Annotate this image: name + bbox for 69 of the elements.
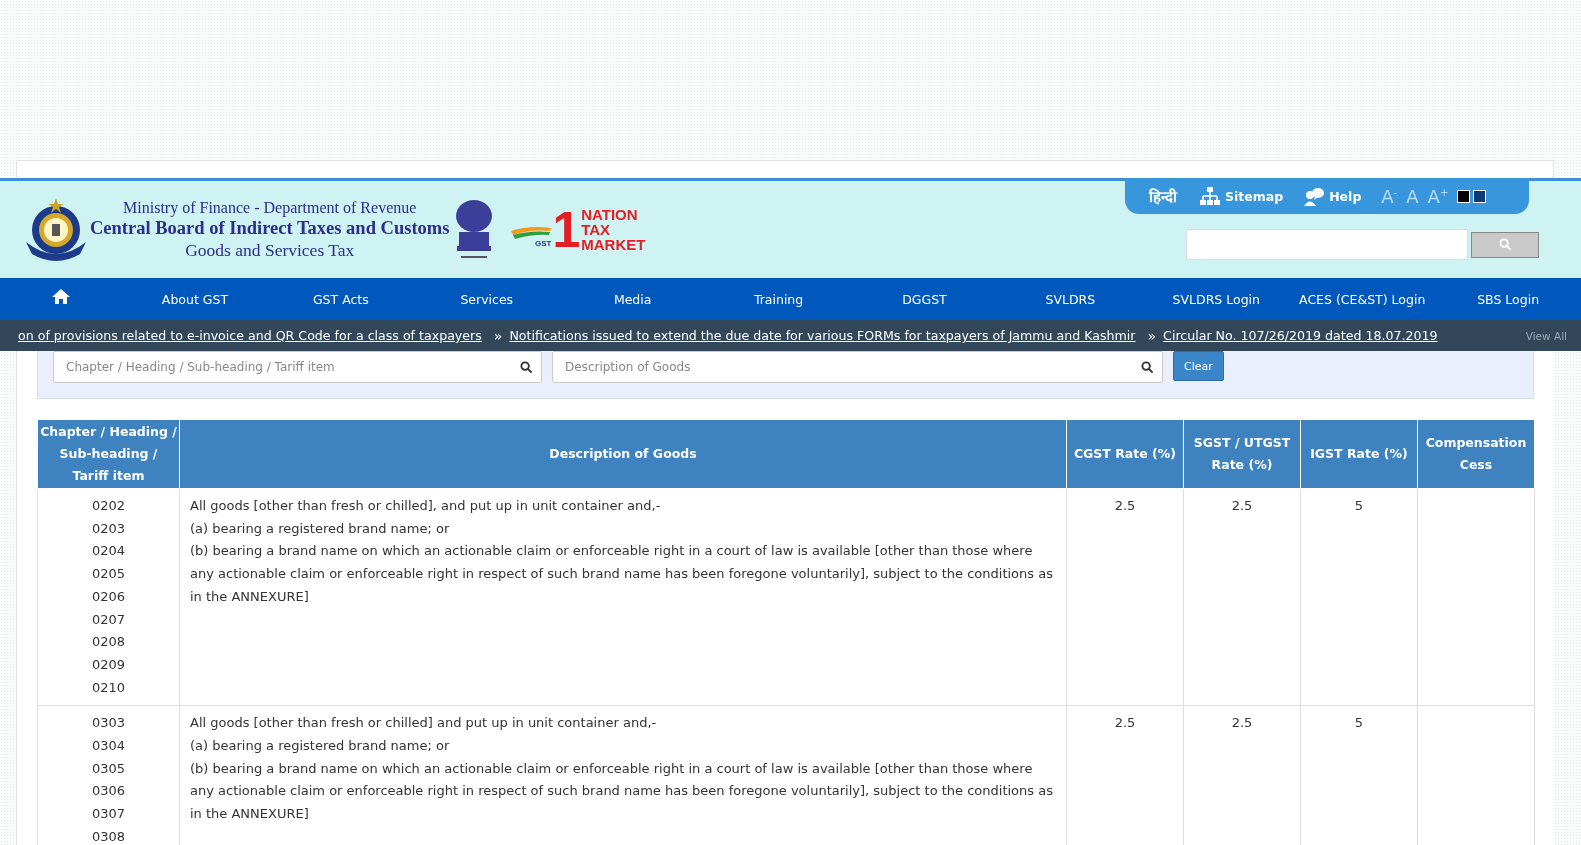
description-text: (a) bearing a registered brand name; or [190,519,451,538]
contrast-swatch[interactable] [1473,189,1487,203]
news-link[interactable]: Notifications issued to extend the due date for various FORMs for taxpayers of Jammu and Kashmir [509,328,1136,343]
tariff-code: 0210 [90,678,127,697]
rate-cell: 5 [1300,488,1418,706]
tariff-code: 0303 [90,714,127,733]
search-icon [520,360,533,374]
swoosh-icon [511,225,552,239]
clear-button[interactable]: Clear [1173,351,1224,381]
logo-label: GST [534,239,552,248]
column-header: SGST / UTGST Rate (%) [1183,419,1301,489]
logo-numeral: 1 [552,205,581,254]
tariff-code: 0206 [90,587,127,606]
tariff-code: 0306 [90,782,127,801]
sitemap-icon [1199,186,1221,206]
search-input[interactable]: Description of Goods [565,360,1141,374]
tariff-code: 0307 [90,805,127,824]
logo-word: MARKET [581,237,646,252]
nav-link[interactable]: Training [705,291,852,307]
column-header: CGST Rate (%) [1066,419,1184,489]
column-header: Compensation Cess [1417,419,1535,489]
separator-mark: » [493,327,503,344]
tariff-code: 0308 [90,827,127,845]
news-link[interactable]: on of provisions related to e-invoice and QR Code for a class of taxpayers [18,328,482,343]
search-icon [1141,360,1154,374]
nav-link[interactable]: SBS Login [1435,291,1581,307]
logo-word: TAX [581,222,612,237]
tariff-code: 0305 [90,759,127,778]
tariff-code: 0208 [90,633,127,652]
view-all-link[interactable]: View All [1525,329,1567,342]
description-text: (a) bearing a registered brand name; or [190,737,451,756]
description-text: All goods [other than fresh or chilled] and put up in unit container and,- [190,714,658,733]
search-field[interactable]: Chapter / Heading / Sub-heading / Tariff item [53,351,542,383]
column-header: IGST Rate (%) [1300,419,1418,489]
tariff-code: 0202 [90,497,127,515]
nav-link[interactable]: DGGST [851,291,998,307]
contrast-swatch[interactable] [1457,189,1471,203]
nav-link[interactable]: GST Acts [267,291,414,307]
description-text: (b) bearing a brand name on which an actionable claim or enforceable right in a court of law is available [other than those where any actionable claim or enforceable right in respect of such brand name has been foregone voluntarily], subject to the conditions as in the ANNEXURE] [190,542,1054,606]
search-field[interactable]: Description of Goods [552,351,1163,383]
help-icon [1303,186,1326,206]
search-button[interactable] [1471,231,1539,258]
tariff-code: 0207 [90,610,127,629]
search-icon [1498,238,1512,251]
rate-cell: 2.5 [1066,488,1184,706]
nav-link[interactable]: Services [413,291,560,307]
tariff-code: 0205 [90,565,127,584]
tariff-code: 0203 [90,519,127,538]
nav-link[interactable]: SVLDRS [997,291,1144,307]
logo-word: NATION [581,207,639,222]
rate-cell: 2.5 [1183,488,1301,706]
nav-link[interactable]: ACES (CE&ST) Login [1289,291,1436,307]
home-icon [52,288,70,304]
nav-link[interactable]: Media [559,291,706,307]
description-text: All goods [other than fresh or chilled], and put up in unit container and,- [190,497,662,515]
ministry-title: Ministry of Finance - Department of Revenue [123,198,417,217]
nav-link[interactable]: SVLDRS Login [1143,291,1290,307]
search-input[interactable]: Chapter / Heading / Sub-heading / Tariff item [66,360,520,374]
tariff-code: 0304 [90,737,127,756]
separator-mark: » [1147,327,1157,344]
site-subtitle: Goods and Services Tax [185,239,355,261]
tariff-code: 0204 [90,542,127,561]
nav-link[interactable]: About GST [122,291,268,307]
column-header: Chapter / Heading / Sub-heading / Tariff item [37,419,180,489]
description-text: (b) bearing a brand name on which an actionable claim or enforceable right in a court of law is available [other than those where any actionable claim or enforceable right in respect of such brand name has been foregone voluntarily], subject to the conditions as in the ANNEXURE] [190,759,1054,824]
column-header: Description of Goods [179,419,1067,489]
tariff-code: 0209 [90,655,127,674]
board-title: Central Board of Indirect Taxes and Customs [90,217,450,239]
news-link[interactable]: Circular No. 107/26/2019 dated 18.07.2019 [1163,328,1438,343]
